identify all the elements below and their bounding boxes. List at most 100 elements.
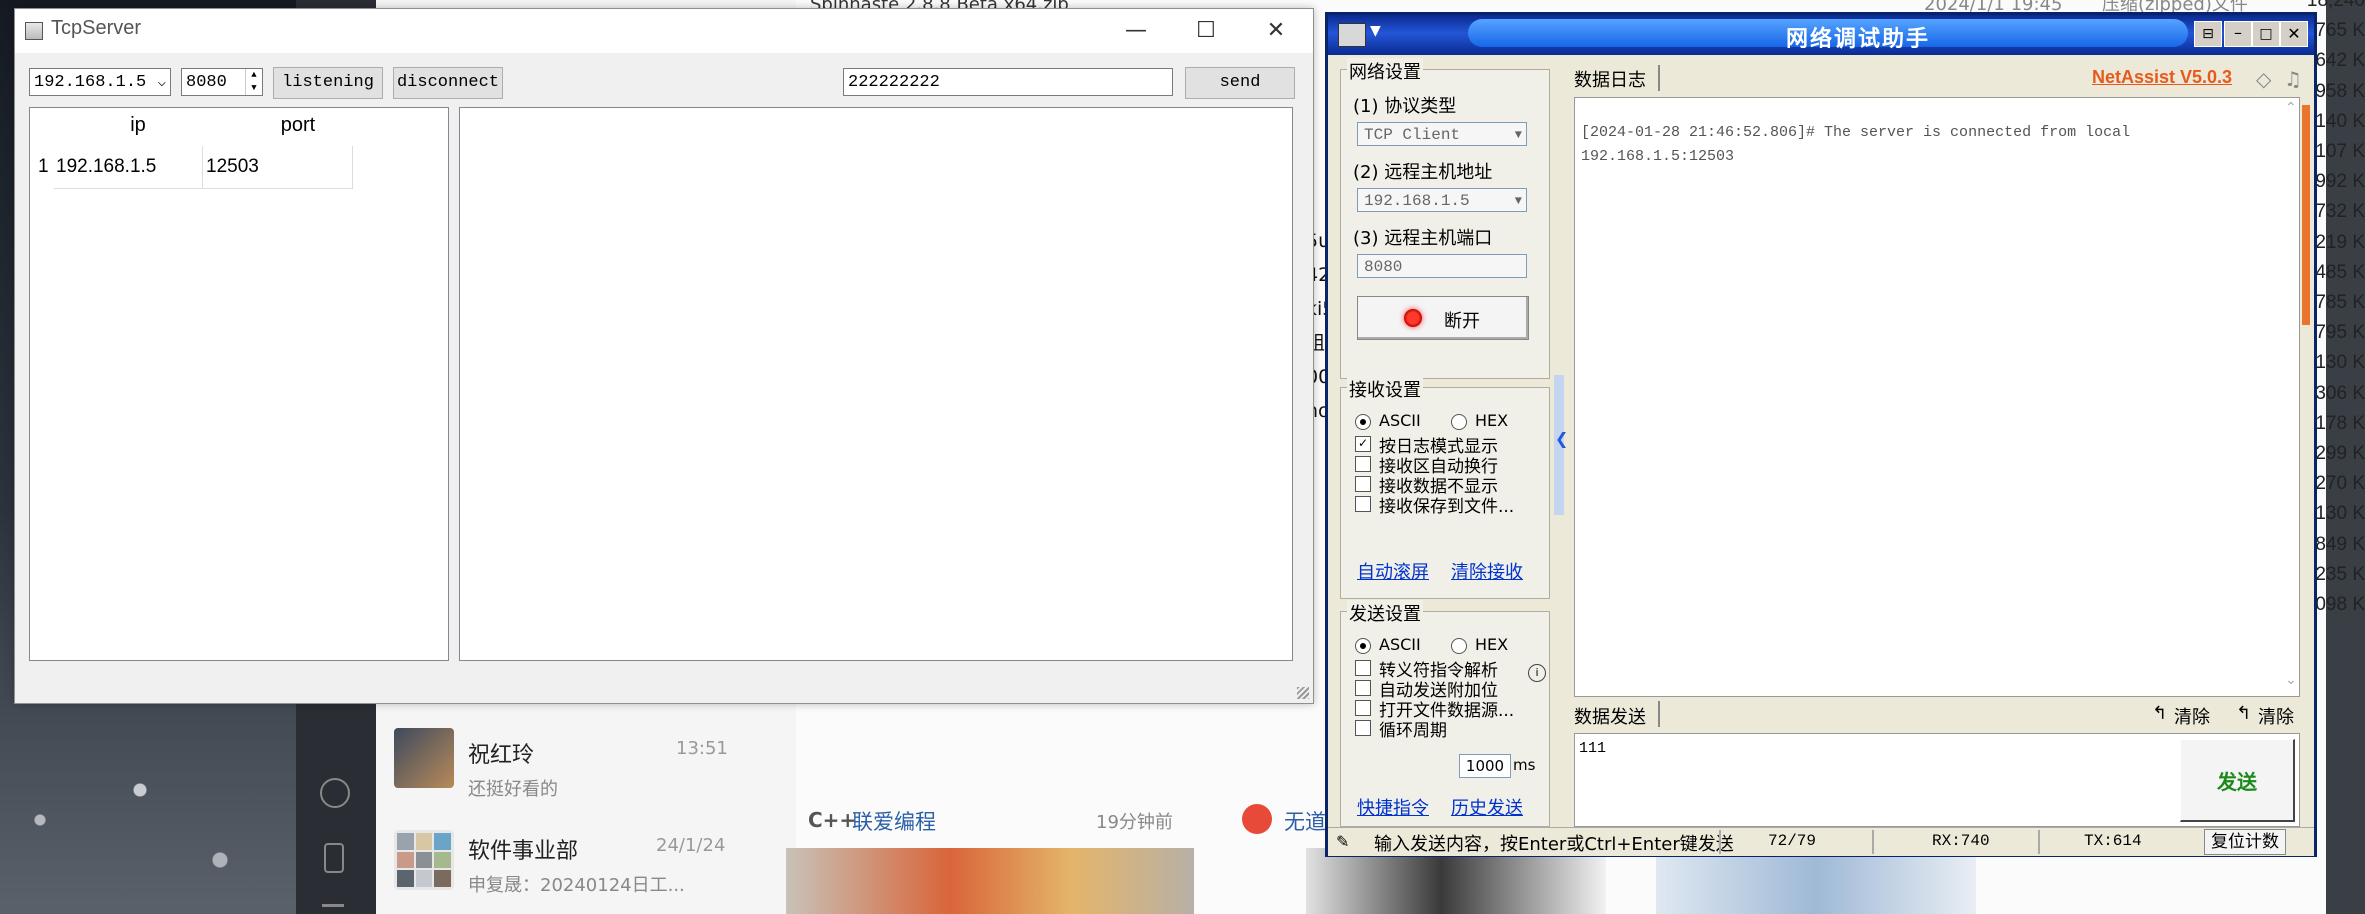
window-title: TcpServer [51,17,142,39]
option-checkbox[interactable] [1355,720,1371,736]
shortcut-link[interactable]: 快捷指令 [1357,794,1429,820]
hint-icon: ✎ [1336,832,1350,851]
host-select-value: 192.168.1.5 [1364,192,1470,210]
column-header-port[interactable]: port [258,114,338,137]
bell-icon[interactable]: ♫ [2284,67,2302,91]
host-select[interactable]: 192.168.1.5 ▼ [1357,188,1527,212]
scrollbar-thumb[interactable] [2302,105,2310,325]
clear-count-button[interactable]: 清除 [2258,703,2294,729]
message-input[interactable]: 222222222 [843,68,1173,96]
message-log[interactable] [459,107,1293,661]
reset-count-button[interactable]: 复位计数 [2204,829,2286,855]
file-date: 2024/1/1 19:45 [1924,0,2063,12]
collapse-arrow-icon[interactable]: ❮ [1555,429,1568,448]
chat-item-time: 24/1/24 [656,835,726,856]
ascii-radio[interactable] [1355,638,1371,654]
brand-link[interactable]: NetAssist V5.0.3 [2092,67,2232,88]
row-index: 1 [38,156,49,177]
clear-icon[interactable]: ↰ [2152,703,2167,724]
phone-icon[interactable] [324,843,344,873]
clear-receive-link[interactable]: 清除接收 [1451,558,1523,584]
chat-item-name[interactable]: 软件事业部 [468,833,578,865]
option-checkbox[interactable] [1355,456,1371,472]
table-row[interactable]: 1 192.168.1.5 12503 [30,146,353,190]
disconnect-label: 断开 [1444,311,1480,332]
file-size: 18,240 [2306,0,2365,11]
period-input[interactable]: 1000 [1459,754,1511,778]
info-icon[interactable]: i [1528,664,1546,682]
client-table[interactable]: ip port 1 192.168.1.5 12503 [29,107,449,661]
feed-avatar [1242,804,1272,834]
log-line: [2024-01-28 21:46:52.806]# The server is… [1581,124,2131,141]
option-checkbox[interactable] [1355,476,1371,492]
netassist-window: ▼ 网络调试助手 ⊟ – □ ✕ 网络设置 (1) 协议类型 TCP Clien… [1325,12,2317,857]
diamond-icon[interactable]: ◇ [2256,67,2271,91]
port-spinbox-value: 8080 [186,73,227,92]
pin-icon[interactable]: ⊟ [2194,21,2222,47]
ip-select[interactable]: 192.168.1.5 ⌵ [29,68,171,96]
mini-program-icon[interactable] [320,778,350,808]
group-legend: 接收设置 [1347,376,1423,402]
column-header-ip[interactable]: ip [108,114,168,137]
auto-scroll-link[interactable]: 自动滚屏 [1357,558,1429,584]
status-led-icon [1404,309,1422,327]
network-settings-group: 网络设置 (1) 协议类型 TCP Client ▼ (2) 远程主机地址 19… [1340,58,1550,379]
option-checkbox[interactable] [1355,660,1371,676]
maximize-icon[interactable]: □ [2252,21,2280,47]
chat-item-preview: 还挺好看的 [468,779,558,800]
option-label: 循环周期 [1379,721,1447,741]
title-bar[interactable]: TcpServer — ☐ ✕ [15,9,1313,53]
disconnect-button[interactable]: disconnect [393,67,503,99]
connect-toggle-button[interactable]: 断开 [1357,296,1529,340]
tcp-server-window: TcpServer — ☐ ✕ 192.168.1.5 ⌵ 8080 ▲ ▼ li… [14,8,1314,704]
chat-item-name[interactable]: 祝红玲 [468,737,534,769]
feed-image[interactable] [1656,848,1976,914]
receive-log[interactable]: [2024-01-28 21:46:52.806]# The server is… [1574,97,2300,697]
chevron-down-icon: ⌵ [157,75,166,91]
dropdown-icon[interactable]: ▼ [1370,23,1381,39]
maximize-icon[interactable]: ☐ [1171,9,1241,53]
cell-ip-wrap: 192.168.1.5 [54,146,203,189]
status-rx: RX:740 [1932,832,1990,850]
close-icon[interactable]: ✕ [2280,21,2308,47]
send-data-label: 发送 [2217,770,2257,794]
minimize-icon[interactable]: — [1101,9,1171,53]
close-icon[interactable]: ✕ [1241,9,1311,53]
file-type: 压缩(zipped)文件 [2102,0,2248,12]
feed-source[interactable]: 联爱编程 [852,806,936,836]
ip-select-value: 192.168.1.5 [34,73,147,92]
app-menu-icon[interactable] [1338,23,1366,47]
scroll-down-icon[interactable]: ⌄ [2285,672,2297,688]
clear-send-button[interactable]: 清除 [2174,703,2210,729]
minimize-icon[interactable]: – [2224,21,2252,47]
option-checkbox[interactable] [1355,496,1371,512]
title-bar[interactable]: ▼ 网络调试助手 ⊟ – □ ✕ [1328,15,2314,55]
option-checkbox[interactable]: ✓ [1355,436,1371,452]
history-link[interactable]: 历史发送 [1451,794,1523,820]
scroll-up-icon[interactable]: ⌃ [2285,100,2297,116]
separator [1872,830,1874,854]
feed-image[interactable] [1306,848,1606,914]
clear-icon[interactable]: ↰ [2236,703,2251,724]
listening-button[interactable]: listening [273,67,383,99]
port-input[interactable]: 8080 [1357,254,1527,278]
hex-radio[interactable] [1451,414,1467,430]
feed-image[interactable] [786,848,1194,914]
send-button[interactable]: send [1185,67,1295,99]
option-checkbox[interactable] [1355,700,1371,716]
port-spinbox[interactable]: 8080 ▲ ▼ [181,68,263,96]
hex-radio[interactable] [1451,638,1467,654]
send-input-value: 111 [1579,740,1607,757]
tab-data-log[interactable]: 数据日志 [1574,66,1646,92]
table-header: ip port [30,108,448,142]
protocol-select[interactable]: TCP Client ▼ [1357,122,1527,146]
menu-icon[interactable] [322,904,344,907]
ascii-radio[interactable] [1355,414,1371,430]
tab-data-send[interactable]: 数据发送 [1574,703,1646,729]
cell-port: 12503 [206,156,259,177]
feed-source-2[interactable]: 无道 [1284,806,1326,836]
option-checkbox[interactable] [1355,680,1371,696]
send-data-button[interactable]: 发送 [2180,739,2295,822]
spin-arrows-icon[interactable]: ▲ ▼ [245,69,262,95]
resize-grip-icon[interactable] [1297,687,1309,699]
